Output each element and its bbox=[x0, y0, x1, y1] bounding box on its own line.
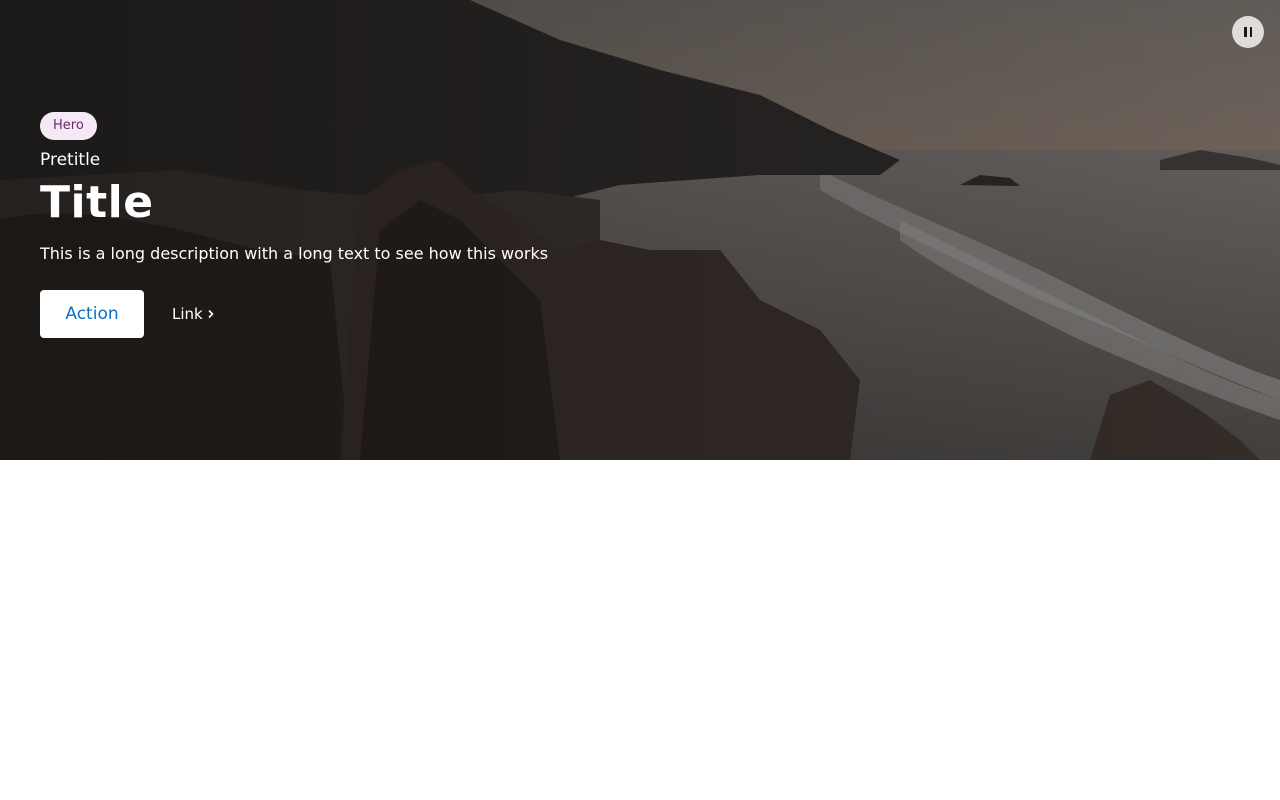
pause-button[interactable] bbox=[1232, 16, 1264, 48]
chevron-right-icon bbox=[208, 309, 214, 319]
hero-tag: Hero bbox=[40, 112, 97, 140]
hero-pretitle: Pretitle bbox=[40, 150, 101, 170]
hero-link-label: Link bbox=[172, 305, 203, 323]
pause-icon bbox=[1244, 27, 1252, 37]
hero-content: Hero Pretitle Title This is a long descr… bbox=[40, 112, 680, 338]
page-body-empty bbox=[0, 460, 1280, 800]
hero-title: Title bbox=[40, 177, 154, 228]
hero-section: Hero Pretitle Title This is a long descr… bbox=[0, 0, 1280, 460]
hero-link[interactable]: Link bbox=[172, 305, 215, 323]
hero-actions: Action Link bbox=[40, 290, 680, 338]
action-button[interactable]: Action bbox=[40, 290, 144, 338]
hero-description: This is a long description with a long t… bbox=[40, 244, 549, 263]
